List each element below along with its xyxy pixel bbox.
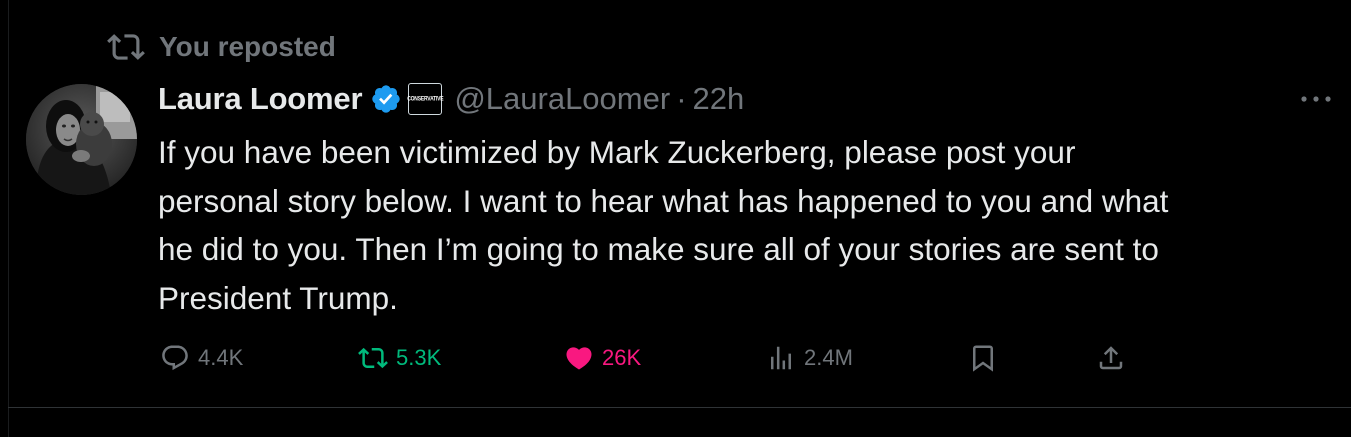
reply-count: 4.4K — [198, 345, 244, 370]
reply-button[interactable]: 4.4K — [160, 338, 243, 378]
avatar-photo — [26, 84, 137, 195]
author-handle[interactable]: @LauraLoomer — [454, 81, 670, 117]
tweet-text: If you have been victimized by Mark Zuck… — [158, 128, 1338, 322]
affiliate-badge-text: CONSERVATIVE — [407, 95, 444, 103]
views-icon — [771, 346, 791, 370]
author-name[interactable]: Laura Loomer — [158, 81, 363, 117]
reply-icon — [162, 345, 188, 371]
tweet-divider — [8, 407, 1351, 408]
share-button[interactable] — [1096, 338, 1126, 378]
more-icon — [1301, 96, 1331, 102]
tweet-text-line: If you have been victimized by Mark Zuck… — [158, 134, 1076, 170]
views-count: 2.4M — [804, 345, 853, 370]
repost-count: 5.3K — [396, 345, 442, 370]
repost-icon — [358, 347, 388, 369]
tweet-text-line: President Trump. — [158, 279, 398, 316]
like-count: 26K — [602, 345, 642, 370]
action-bar: 4.4K 5.3K 26K 2.4M — [0, 338, 1351, 378]
more-options-button[interactable] — [1296, 86, 1336, 112]
repost-label: You reposted — [159, 31, 336, 62]
like-button[interactable]: 26K — [564, 338, 641, 378]
verified-badge-icon[interactable] — [370, 83, 402, 115]
tweet-header: Laura Loomer CONSERVATIVE @LauraLoomer ·… — [158, 78, 744, 120]
repost-button[interactable]: 5.3K — [358, 338, 441, 378]
tweet-text-line: he did to you. Then I’m going to make su… — [158, 231, 1159, 267]
repost-context[interactable]: You reposted — [107, 30, 336, 64]
affiliate-badge-icon[interactable]: CONSERVATIVE — [407, 83, 444, 115]
repost-icon — [107, 34, 145, 60]
tweet-text-line: personal story below. I want to hear wha… — [158, 182, 1169, 219]
avatar[interactable] — [26, 84, 137, 195]
share-icon — [1099, 346, 1123, 370]
bookmark-icon — [973, 345, 993, 372]
bookmark-button[interactable] — [968, 338, 998, 378]
heart-icon — [566, 347, 592, 370]
separator-dot: · — [676, 81, 687, 116]
views-button[interactable]: 2.4M — [766, 338, 853, 378]
timestamp[interactable]: 22h — [693, 81, 745, 117]
tweet-card[interactable]: You reposted Laura Loomer CONSERVATIVE @… — [0, 0, 1351, 408]
